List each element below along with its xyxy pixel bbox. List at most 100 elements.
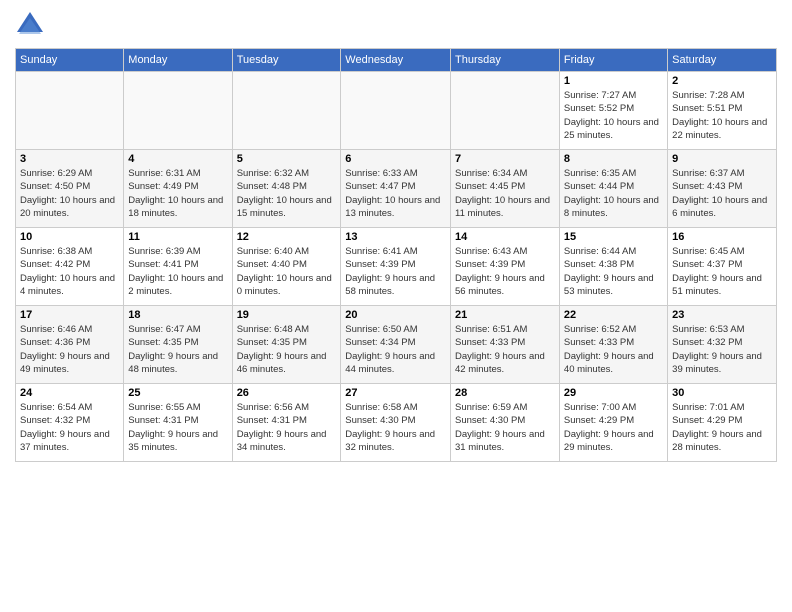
day-info: Sunrise: 6:53 AM Sunset: 4:32 PM Dayligh… — [672, 323, 772, 376]
day-number: 7 — [455, 153, 555, 165]
day-info: Sunrise: 7:27 AM Sunset: 5:52 PM Dayligh… — [564, 89, 663, 142]
day-info: Sunrise: 6:48 AM Sunset: 4:35 PM Dayligh… — [237, 323, 337, 376]
calendar-week-3: 17Sunrise: 6:46 AM Sunset: 4:36 PM Dayli… — [16, 306, 777, 384]
calendar-cell: 24 Sunrise: 6:54 AM Sunset: 4:32 PM Dayli… — [16, 384, 124, 462]
calendar-header-row: Sunday Monday Tuesday Wednesday Thursday… — [16, 49, 777, 72]
day-number: 12 — [237, 231, 337, 243]
day-number: 18 — [128, 309, 227, 321]
logo-icon — [15, 10, 45, 40]
day-number: 8 — [564, 153, 663, 165]
day-info: Sunrise: 6:56 AM Sunset: 4:31 PM Dayligh… — [237, 401, 337, 454]
calendar-cell: 12 Sunrise: 6:40 AM Sunset: 4:40 PM Dayli… — [232, 228, 341, 306]
calendar-cell — [232, 72, 341, 150]
calendar-cell: 23 Sunrise: 6:53 AM Sunset: 4:32 PM Dayli… — [668, 306, 777, 384]
day-info: Sunrise: 6:50 AM Sunset: 4:34 PM Dayligh… — [345, 323, 446, 376]
day-info: Sunrise: 6:32 AM Sunset: 4:48 PM Dayligh… — [237, 167, 337, 220]
calendar-week-0: 1 Sunrise: 7:27 AM Sunset: 5:52 PM Daylig… — [16, 72, 777, 150]
calendar-cell: 2 Sunrise: 7:28 AM Sunset: 5:51 PM Daylig… — [668, 72, 777, 150]
day-number: 24 — [20, 387, 119, 399]
calendar-cell: 28 Sunrise: 6:59 AM Sunset: 4:30 PM Dayli… — [451, 384, 560, 462]
calendar-cell — [124, 72, 232, 150]
day-number: 26 — [237, 387, 337, 399]
day-info: Sunrise: 7:28 AM Sunset: 5:51 PM Dayligh… — [672, 89, 772, 142]
calendar-cell: 15Sunrise: 6:44 AM Sunset: 4:38 PM Dayli… — [559, 228, 667, 306]
day-number: 1 — [564, 75, 663, 87]
day-number: 13 — [345, 231, 446, 243]
calendar-week-4: 24 Sunrise: 6:54 AM Sunset: 4:32 PM Dayli… — [16, 384, 777, 462]
day-number: 22 — [564, 309, 663, 321]
day-number: 5 — [237, 153, 337, 165]
day-info: Sunrise: 6:41 AM Sunset: 4:39 PM Dayligh… — [345, 245, 446, 298]
calendar-cell: 9 Sunrise: 6:37 AM Sunset: 4:43 PM Daylig… — [668, 150, 777, 228]
day-info: Sunrise: 6:33 AM Sunset: 4:47 PM Dayligh… — [345, 167, 446, 220]
calendar-cell: 17Sunrise: 6:46 AM Sunset: 4:36 PM Dayli… — [16, 306, 124, 384]
day-info: Sunrise: 6:47 AM Sunset: 4:35 PM Dayligh… — [128, 323, 227, 376]
day-number: 16 — [672, 231, 772, 243]
calendar-cell: 21Sunrise: 6:51 AM Sunset: 4:33 PM Dayli… — [451, 306, 560, 384]
header-wednesday: Wednesday — [341, 49, 451, 72]
calendar-cell: 29Sunrise: 7:00 AM Sunset: 4:29 PM Dayli… — [559, 384, 667, 462]
day-info: Sunrise: 6:43 AM Sunset: 4:39 PM Dayligh… — [455, 245, 555, 298]
day-number: 9 — [672, 153, 772, 165]
calendar-cell: 30 Sunrise: 7:01 AM Sunset: 4:29 PM Dayli… — [668, 384, 777, 462]
day-number: 3 — [20, 153, 119, 165]
day-info: Sunrise: 6:37 AM Sunset: 4:43 PM Dayligh… — [672, 167, 772, 220]
calendar-cell: 14 Sunrise: 6:43 AM Sunset: 4:39 PM Dayli… — [451, 228, 560, 306]
calendar-cell: 18 Sunrise: 6:47 AM Sunset: 4:35 PM Dayli… — [124, 306, 232, 384]
logo — [15, 10, 49, 40]
day-number: 10 — [20, 231, 119, 243]
day-info: Sunrise: 6:46 AM Sunset: 4:36 PM Dayligh… — [20, 323, 119, 376]
calendar-cell: 8 Sunrise: 6:35 AM Sunset: 4:44 PM Daylig… — [559, 150, 667, 228]
calendar-week-1: 3 Sunrise: 6:29 AM Sunset: 4:50 PM Daylig… — [16, 150, 777, 228]
calendar-cell: 6Sunrise: 6:33 AM Sunset: 4:47 PM Daylig… — [341, 150, 451, 228]
day-number: 27 — [345, 387, 446, 399]
calendar-cell: 19 Sunrise: 6:48 AM Sunset: 4:35 PM Dayli… — [232, 306, 341, 384]
calendar-cell: 27 Sunrise: 6:58 AM Sunset: 4:30 PM Dayli… — [341, 384, 451, 462]
calendar-cell: 26 Sunrise: 6:56 AM Sunset: 4:31 PM Dayli… — [232, 384, 341, 462]
header-monday: Monday — [124, 49, 232, 72]
header-sunday: Sunday — [16, 49, 124, 72]
day-info: Sunrise: 6:35 AM Sunset: 4:44 PM Dayligh… — [564, 167, 663, 220]
day-info: Sunrise: 6:55 AM Sunset: 4:31 PM Dayligh… — [128, 401, 227, 454]
day-info: Sunrise: 6:29 AM Sunset: 4:50 PM Dayligh… — [20, 167, 119, 220]
day-info: Sunrise: 6:45 AM Sunset: 4:37 PM Dayligh… — [672, 245, 772, 298]
calendar-cell: 4Sunrise: 6:31 AM Sunset: 4:49 PM Daylig… — [124, 150, 232, 228]
day-number: 4 — [128, 153, 227, 165]
day-number: 2 — [672, 75, 772, 87]
day-number: 25 — [128, 387, 227, 399]
day-number: 19 — [237, 309, 337, 321]
day-info: Sunrise: 6:44 AM Sunset: 4:38 PM Dayligh… — [564, 245, 663, 298]
day-number: 28 — [455, 387, 555, 399]
calendar-cell: 13 Sunrise: 6:41 AM Sunset: 4:39 PM Dayli… — [341, 228, 451, 306]
day-info: Sunrise: 7:01 AM Sunset: 4:29 PM Dayligh… — [672, 401, 772, 454]
calendar-cell — [16, 72, 124, 150]
day-info: Sunrise: 6:40 AM Sunset: 4:40 PM Dayligh… — [237, 245, 337, 298]
day-info: Sunrise: 6:51 AM Sunset: 4:33 PM Dayligh… — [455, 323, 555, 376]
day-number: 30 — [672, 387, 772, 399]
calendar-cell: 1 Sunrise: 7:27 AM Sunset: 5:52 PM Daylig… — [559, 72, 667, 150]
day-info: Sunrise: 6:34 AM Sunset: 4:45 PM Dayligh… — [455, 167, 555, 220]
calendar-cell: 11Sunrise: 6:39 AM Sunset: 4:41 PM Dayli… — [124, 228, 232, 306]
header-friday: Friday — [559, 49, 667, 72]
day-info: Sunrise: 6:38 AM Sunset: 4:42 PM Dayligh… — [20, 245, 119, 298]
header — [15, 10, 777, 40]
day-number: 20 — [345, 309, 446, 321]
header-tuesday: Tuesday — [232, 49, 341, 72]
day-info: Sunrise: 6:52 AM Sunset: 4:33 PM Dayligh… — [564, 323, 663, 376]
page: Sunday Monday Tuesday Wednesday Thursday… — [0, 0, 792, 612]
day-info: Sunrise: 6:39 AM Sunset: 4:41 PM Dayligh… — [128, 245, 227, 298]
day-info: Sunrise: 6:59 AM Sunset: 4:30 PM Dayligh… — [455, 401, 555, 454]
day-number: 29 — [564, 387, 663, 399]
day-info: Sunrise: 6:58 AM Sunset: 4:30 PM Dayligh… — [345, 401, 446, 454]
calendar-cell: 7 Sunrise: 6:34 AM Sunset: 4:45 PM Daylig… — [451, 150, 560, 228]
calendar-cell: 16 Sunrise: 6:45 AM Sunset: 4:37 PM Dayli… — [668, 228, 777, 306]
day-info: Sunrise: 6:54 AM Sunset: 4:32 PM Dayligh… — [20, 401, 119, 454]
day-number: 14 — [455, 231, 555, 243]
calendar-week-2: 10 Sunrise: 6:38 AM Sunset: 4:42 PM Dayli… — [16, 228, 777, 306]
header-thursday: Thursday — [451, 49, 560, 72]
calendar-cell: 5 Sunrise: 6:32 AM Sunset: 4:48 PM Daylig… — [232, 150, 341, 228]
calendar-cell — [451, 72, 560, 150]
calendar-cell: 25 Sunrise: 6:55 AM Sunset: 4:31 PM Dayli… — [124, 384, 232, 462]
calendar-cell — [341, 72, 451, 150]
day-number: 23 — [672, 309, 772, 321]
